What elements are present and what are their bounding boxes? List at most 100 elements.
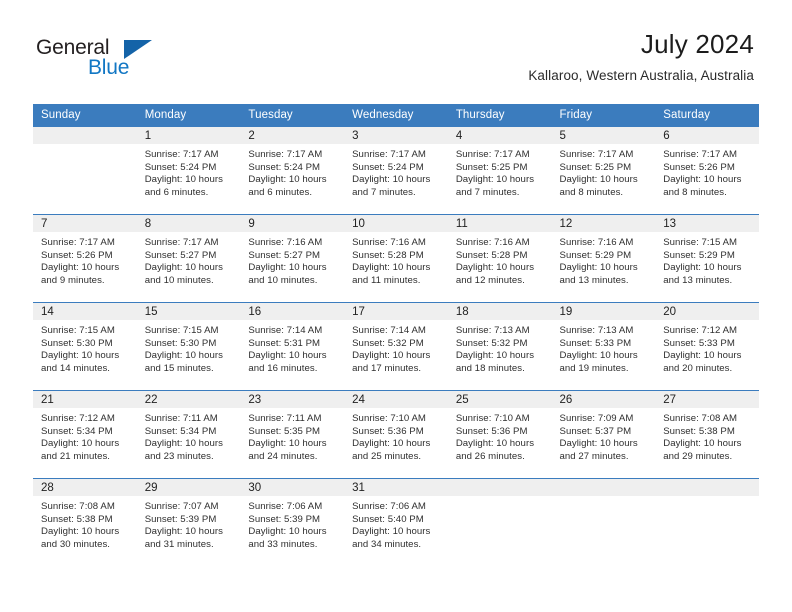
daylight-text-line2: and 23 minutes.	[144, 450, 214, 462]
calendar-day-cell[interactable]: 21 Sunrise: 7:12 AM Sunset: 5:34 PM Dayligh…	[33, 390, 137, 479]
day-details: Sunrise: 7:09 AM Sunset: 5:37 PM Daylight:…	[552, 408, 656, 463]
day-cell-inner: 6 Sunrise: 7:17 AM Sunset: 5:26 PM Daylight…	[655, 127, 759, 214]
calendar-day-cell[interactable]	[551, 478, 656, 566]
daylight-text-line1: Daylight: 10 hours	[352, 262, 431, 274]
day-number: 1	[136, 127, 241, 144]
sunrise-text: Sunrise: 7:14 AM	[352, 325, 426, 336]
calendar-day-cell[interactable]: 3 Sunrise: 7:17 AM Sunset: 5:24 PM Daylight…	[344, 127, 448, 215]
day-number	[447, 479, 552, 496]
calendar-day-cell[interactable]: 13 Sunrise: 7:15 AM Sunset: 5:29 PM Dayligh…	[655, 214, 759, 303]
calendar-day-cell[interactable]	[447, 478, 552, 566]
sunset-text: Sunset: 5:40 PM	[352, 513, 424, 525]
calendar-day-cell[interactable]: 25 Sunrise: 7:10 AM Sunset: 5:36 PM Dayligh…	[447, 390, 552, 479]
day-cell-inner: 30 Sunrise: 7:06 AM Sunset: 5:39 PM Dayligh…	[240, 479, 345, 566]
day-number: 7	[33, 215, 137, 232]
calendar-day-cell[interactable]: 5 Sunrise: 7:17 AM Sunset: 5:25 PM Daylight…	[551, 127, 656, 215]
calendar-day-cell[interactable]: 4 Sunrise: 7:17 AM Sunset: 5:25 PM Daylight…	[447, 127, 552, 215]
daylight-text-line2: and 16 minutes.	[248, 362, 318, 374]
sunrise-text: Sunrise: 7:09 AM	[559, 413, 634, 424]
daylight-text-line1: Daylight: 10 hours	[663, 262, 742, 274]
sunset-text: Sunset: 5:28 PM	[352, 249, 424, 261]
daylight-text-line2: and 14 minutes.	[41, 362, 111, 374]
day-cell-inner: 31 Sunrise: 7:06 AM Sunset: 5:40 PM Dayligh…	[344, 479, 448, 566]
calendar-day-cell[interactable]: 16 Sunrise: 7:14 AM Sunset: 5:31 PM Dayligh…	[240, 302, 345, 391]
calendar-day-cell[interactable]	[33, 127, 137, 215]
calendar-week-row: 21 Sunrise: 7:12 AM Sunset: 5:34 PM Dayligh…	[33, 390, 759, 479]
weekday-header-tuesday: Tuesday	[240, 104, 345, 127]
day-details: Sunrise: 7:17 AM Sunset: 5:26 PM Daylight:…	[33, 232, 137, 287]
calendar-day-cell[interactable]: 15 Sunrise: 7:15 AM Sunset: 5:30 PM Dayligh…	[136, 302, 241, 391]
calendar-day-cell[interactable]: 31 Sunrise: 7:06 AM Sunset: 5:40 PM Dayligh…	[344, 478, 448, 566]
calendar-day-cell[interactable]: 27 Sunrise: 7:08 AM Sunset: 5:38 PM Dayligh…	[655, 390, 759, 479]
calendar-day-cell[interactable]: 11 Sunrise: 7:16 AM Sunset: 5:28 PM Dayligh…	[447, 214, 552, 303]
calendar-day-cell[interactable]	[655, 478, 759, 566]
calendar-day-cell[interactable]: 18 Sunrise: 7:13 AM Sunset: 5:32 PM Dayligh…	[447, 302, 552, 391]
calendar-day-cell[interactable]: 6 Sunrise: 7:17 AM Sunset: 5:26 PM Daylight…	[655, 127, 759, 215]
sunset-text: Sunset: 5:28 PM	[455, 249, 528, 261]
daylight-text-line2: and 11 minutes.	[352, 274, 421, 286]
calendar-day-cell[interactable]: 30 Sunrise: 7:06 AM Sunset: 5:39 PM Dayligh…	[240, 478, 345, 566]
day-details: Sunrise: 7:16 AM Sunset: 5:27 PM Daylight:…	[240, 232, 344, 287]
weekday-header-wednesday: Wednesday	[344, 104, 448, 127]
sunset-text: Sunset: 5:39 PM	[248, 513, 321, 525]
day-number: 18	[447, 303, 552, 320]
calendar-day-cell[interactable]: 14 Sunrise: 7:15 AM Sunset: 5:30 PM Dayligh…	[33, 302, 137, 391]
calendar-day-cell[interactable]: 2 Sunrise: 7:17 AM Sunset: 5:24 PM Daylight…	[240, 127, 345, 215]
day-details	[552, 496, 656, 501]
daylight-text-line1: Daylight: 10 hours	[455, 438, 535, 450]
sunset-text: Sunset: 5:37 PM	[559, 425, 632, 437]
day-details: Sunrise: 7:10 AM Sunset: 5:36 PM Daylight:…	[344, 408, 448, 463]
day-cell-inner: 25 Sunrise: 7:10 AM Sunset: 5:36 PM Dayligh…	[447, 391, 552, 478]
day-number: 6	[655, 127, 759, 144]
day-cell-inner: 11 Sunrise: 7:16 AM Sunset: 5:28 PM Dayligh…	[447, 215, 552, 302]
calendar-day-cell[interactable]: 24 Sunrise: 7:10 AM Sunset: 5:36 PM Dayligh…	[344, 390, 448, 479]
day-cell-inner: 3 Sunrise: 7:17 AM Sunset: 5:24 PM Daylight…	[344, 127, 448, 214]
sunrise-text: Sunrise: 7:16 AM	[248, 237, 323, 248]
day-number: 4	[447, 127, 552, 144]
day-details: Sunrise: 7:08 AM Sunset: 5:38 PM Daylight:…	[33, 496, 137, 551]
day-number	[655, 479, 759, 496]
weekday-header-saturday: Saturday	[655, 104, 759, 127]
calendar-day-cell[interactable]: 28 Sunrise: 7:08 AM Sunset: 5:38 PM Dayligh…	[33, 478, 137, 566]
day-number: 22	[136, 391, 241, 408]
calendar-day-cell[interactable]: 17 Sunrise: 7:14 AM Sunset: 5:32 PM Dayligh…	[344, 302, 448, 391]
day-number: 31	[344, 479, 448, 496]
day-cell-inner: 12 Sunrise: 7:16 AM Sunset: 5:29 PM Dayligh…	[551, 215, 656, 302]
daylight-text-line1: Daylight: 10 hours	[352, 438, 431, 450]
calendar-day-cell[interactable]: 19 Sunrise: 7:13 AM Sunset: 5:33 PM Dayligh…	[551, 302, 656, 391]
sunset-text: Sunset: 5:24 PM	[144, 161, 217, 173]
day-details: Sunrise: 7:08 AM Sunset: 5:38 PM Daylight:…	[655, 408, 759, 463]
calendar-page: General Blue July 2024 Kallaroo, Western…	[0, 0, 792, 612]
sunset-text: Sunset: 5:33 PM	[663, 337, 735, 349]
day-details: Sunrise: 7:06 AM Sunset: 5:39 PM Daylight:…	[240, 496, 344, 551]
day-number: 3	[344, 127, 448, 144]
calendar-day-cell[interactable]: 29 Sunrise: 7:07 AM Sunset: 5:39 PM Dayligh…	[136, 478, 241, 566]
calendar-day-cell[interactable]: 26 Sunrise: 7:09 AM Sunset: 5:37 PM Dayligh…	[551, 390, 656, 479]
day-cell-inner: 8 Sunrise: 7:17 AM Sunset: 5:27 PM Daylight…	[136, 215, 241, 302]
calendar-day-cell[interactable]: 8 Sunrise: 7:17 AM Sunset: 5:27 PM Daylight…	[136, 214, 241, 303]
day-number: 13	[655, 215, 759, 232]
calendar-day-cell[interactable]: 9 Sunrise: 7:16 AM Sunset: 5:27 PM Daylight…	[240, 214, 345, 303]
daylight-text-line2: and 25 minutes.	[352, 450, 422, 462]
daylight-text-line2: and 17 minutes.	[352, 362, 422, 374]
calendar-day-cell[interactable]: 7 Sunrise: 7:17 AM Sunset: 5:26 PM Daylight…	[33, 214, 137, 303]
general-blue-logo[interactable]: General Blue	[36, 36, 166, 82]
page-title: July 2024	[640, 29, 754, 59]
calendar-day-cell[interactable]: 22 Sunrise: 7:11 AM Sunset: 5:34 PM Dayligh…	[136, 390, 241, 479]
calendar-day-cell[interactable]: 1 Sunrise: 7:17 AM Sunset: 5:24 PM Daylight…	[136, 127, 241, 215]
day-cell-inner: 27 Sunrise: 7:08 AM Sunset: 5:38 PM Dayligh…	[655, 391, 759, 478]
day-number: 25	[447, 391, 552, 408]
calendar-day-cell[interactable]: 10 Sunrise: 7:16 AM Sunset: 5:28 PM Dayligh…	[344, 214, 448, 303]
calendar-day-cell[interactable]: 20 Sunrise: 7:12 AM Sunset: 5:33 PM Dayligh…	[655, 302, 759, 391]
daylight-text-line1: Daylight: 10 hours	[144, 262, 223, 274]
calendar-day-cell[interactable]: 12 Sunrise: 7:16 AM Sunset: 5:29 PM Dayligh…	[551, 214, 656, 303]
calendar-day-cell[interactable]: 23 Sunrise: 7:11 AM Sunset: 5:35 PM Dayligh…	[240, 390, 345, 479]
day-details: Sunrise: 7:11 AM Sunset: 5:35 PM Daylight:…	[240, 408, 344, 463]
calendar-week-row: 1 Sunrise: 7:17 AM Sunset: 5:24 PM Daylight…	[33, 127, 759, 215]
day-details: Sunrise: 7:07 AM Sunset: 5:39 PM Daylight:…	[137, 496, 241, 551]
day-cell-inner: 29 Sunrise: 7:07 AM Sunset: 5:39 PM Dayligh…	[136, 479, 241, 566]
day-details	[655, 496, 759, 501]
sunset-text: Sunset: 5:26 PM	[41, 249, 113, 261]
day-details: Sunrise: 7:14 AM Sunset: 5:32 PM Daylight:…	[344, 320, 448, 375]
day-number: 28	[33, 479, 137, 496]
